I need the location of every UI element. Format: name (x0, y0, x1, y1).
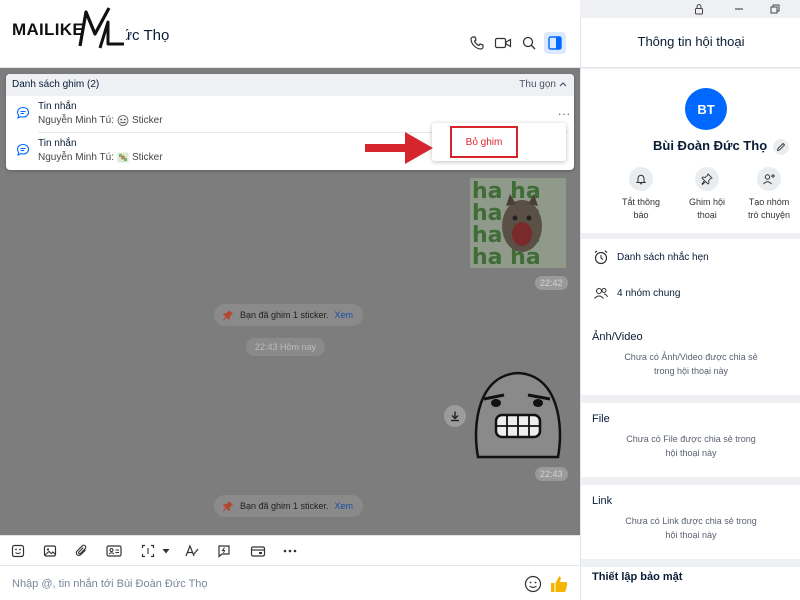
minimize-icon[interactable] (732, 2, 746, 16)
profile-section: BT Bùi Đoàn Đức Thọ Tắt thông báo Ghim hộ… (581, 69, 800, 233)
emoji-icon[interactable] (524, 575, 542, 593)
link-section-title: Link (592, 495, 613, 507)
view-link[interactable]: Xem (335, 501, 354, 511)
pinned-item-type: Tin nhắn (38, 101, 77, 112)
phone-icon[interactable] (466, 32, 488, 54)
pin-icon (223, 310, 233, 321)
window-title-bar (580, 0, 800, 18)
message-timestamp: 22:42 (535, 276, 568, 290)
link-empty-text: Chưa có Link được chia sẻ trong hội thoại… (625, 516, 757, 540)
chevron-up-icon[interactable] (558, 78, 568, 90)
logo-text: MAILIKE (12, 20, 84, 39)
create-group-button[interactable]: Tạo nhóm trò chuyện (739, 167, 799, 222)
thumbs-up-icon[interactable] (549, 574, 569, 594)
sticker-icon[interactable] (10, 543, 26, 559)
people-icon (594, 287, 608, 299)
cat-sticker-image: ha haha haha haha ha (470, 178, 566, 268)
pin-conversation-button[interactable]: Ghim hội thoại (677, 167, 737, 222)
media-section-title: Ảnh/Video (592, 331, 643, 343)
chat-area: ức Thọ MAILIKE Danh sách ghim (2) Thu gọ… (0, 0, 580, 600)
contact-card-icon[interactable] (106, 543, 122, 559)
more-horizontal-icon[interactable] (282, 543, 298, 559)
link-section[interactable]: Link Chưa có Link được chia sẻ trong hội … (581, 485, 800, 559)
pin-system-note: Bạn đã ghim 1 sticker. Xem (214, 304, 364, 326)
pinned-item-preview: Nguyễn Minh Tú: Sticker (38, 115, 163, 126)
sticker-thumb-icon (117, 152, 129, 163)
pinned-list-title: Danh sách ghim (2) (12, 79, 100, 90)
video-call-icon[interactable] (492, 32, 514, 54)
alarm-clock-icon (594, 250, 608, 265)
message-timestamp: 22:43 (535, 467, 568, 481)
lock-icon[interactable] (692, 2, 706, 16)
sticker-thumb-icon (117, 115, 129, 126)
watermark-logo: MAILIKE (8, 6, 126, 50)
sticker-message[interactable] (470, 365, 566, 465)
common-groups-row[interactable]: 4 nhóm chung (593, 283, 680, 303)
pin-icon (695, 167, 719, 191)
date-separator: 22:43 Hôm nay (246, 338, 326, 356)
logo-ml-mark (78, 7, 124, 49)
media-empty-text: Chưa có Ảnh/Video được chia sẻ trong hội … (624, 352, 758, 376)
pinned-item-preview: Nguyễn Minh Tú: Sticker (38, 152, 163, 163)
reminders-row[interactable]: Danh sách nhắc hẹn (593, 247, 709, 267)
pinned-item-content: Sticker (131, 152, 163, 163)
info-list: Danh sách nhắc hẹn 4 nhóm chung (581, 239, 800, 323)
grin-face-sticker-image (474, 371, 562, 459)
pin-system-note-text: Bạn đã ghim 1 sticker. (240, 501, 329, 511)
media-section[interactable]: Ảnh/Video Chưa có Ảnh/Video được chia sẻ… (581, 321, 800, 395)
reminders-label: Danh sách nhắc hẹn (617, 251, 709, 263)
pin-system-note-text: Bạn đã ghim 1 sticker. (240, 310, 329, 320)
message-bubble-icon (16, 143, 30, 157)
pinned-item-sender: Nguyễn Minh Tú: (38, 152, 114, 163)
payment-card-icon[interactable] (250, 543, 266, 559)
message-composer[interactable]: Nhập @, tin nhắn tới Bùi Đoàn Đức Thọ (0, 565, 580, 600)
restore-icon[interactable] (768, 2, 782, 16)
conversation-info-panel: Thông tin hội thoại BT Bùi Đoàn Đức Thọ … (580, 18, 800, 600)
file-section[interactable]: File Chưa có File được chia sẻ trong hội … (581, 403, 800, 477)
composer-toolbar (0, 535, 580, 565)
sidebar-toggle-icon[interactable] (544, 32, 566, 54)
info-title: Thông tin hội thoại (637, 34, 745, 49)
caret-down-icon[interactable] (158, 543, 174, 559)
sticker-message[interactable]: ha haha haha haha ha (470, 178, 566, 268)
pin-icon (223, 501, 233, 512)
message-input[interactable]: Nhập @, tin nhắn tới Bùi Đoàn Đức Thọ (12, 578, 208, 590)
add-group-icon (757, 167, 781, 191)
screenshot-icon[interactable] (140, 543, 156, 559)
pinned-item-type: Tin nhắn (38, 138, 77, 149)
quick-message-icon[interactable] (216, 543, 232, 559)
security-section[interactable]: Thiết lập bảo mật (581, 567, 800, 600)
action-label: Ghim hội thoại (688, 197, 725, 220)
mute-notifications-button[interactable]: Tắt thông báo (611, 167, 671, 222)
search-icon[interactable] (518, 32, 540, 54)
profile-name: Bùi Đoàn Đức Thọ (653, 138, 768, 153)
file-empty-text: Chưa có File được chia sẻ trong hội thoại… (626, 434, 756, 458)
contact-name[interactable]: ức Thọ (122, 27, 169, 44)
pin-context-menu: Bỏ ghim (432, 123, 566, 161)
image-icon[interactable] (42, 543, 58, 559)
pinned-item-content: Sticker (131, 115, 163, 126)
message-bubble-icon (16, 106, 30, 120)
action-label: Tạo nhóm trò chuyện (747, 197, 791, 220)
pin-system-note: Bạn đã ghim 1 sticker. Xem (214, 495, 364, 517)
security-section-title: Thiết lập bảo mật (592, 571, 683, 583)
attachment-icon[interactable] (74, 543, 90, 559)
view-link[interactable]: Xem (335, 310, 354, 320)
file-section-title: File (592, 413, 610, 425)
common-groups-label: 4 nhóm chung (617, 287, 681, 299)
info-header: Thông tin hội thoại (581, 18, 800, 68)
text-format-icon[interactable] (184, 543, 200, 559)
download-icon[interactable] (444, 405, 466, 427)
unpin-button[interactable]: Bỏ ghim (450, 126, 518, 158)
red-arrow-annotation (365, 132, 433, 164)
profile-avatar[interactable]: BT (685, 88, 727, 130)
edit-nickname-icon[interactable] (773, 139, 789, 155)
action-label: Tắt thông báo (621, 197, 661, 220)
bell-icon (629, 167, 653, 191)
pinned-item-sender: Nguyễn Minh Tú: (38, 115, 114, 126)
more-options-icon[interactable]: ... (558, 104, 571, 118)
collapse-button[interactable]: Thu gọn (519, 79, 556, 90)
pinned-list-header: Danh sách ghim (2) Thu gọn (6, 74, 574, 96)
